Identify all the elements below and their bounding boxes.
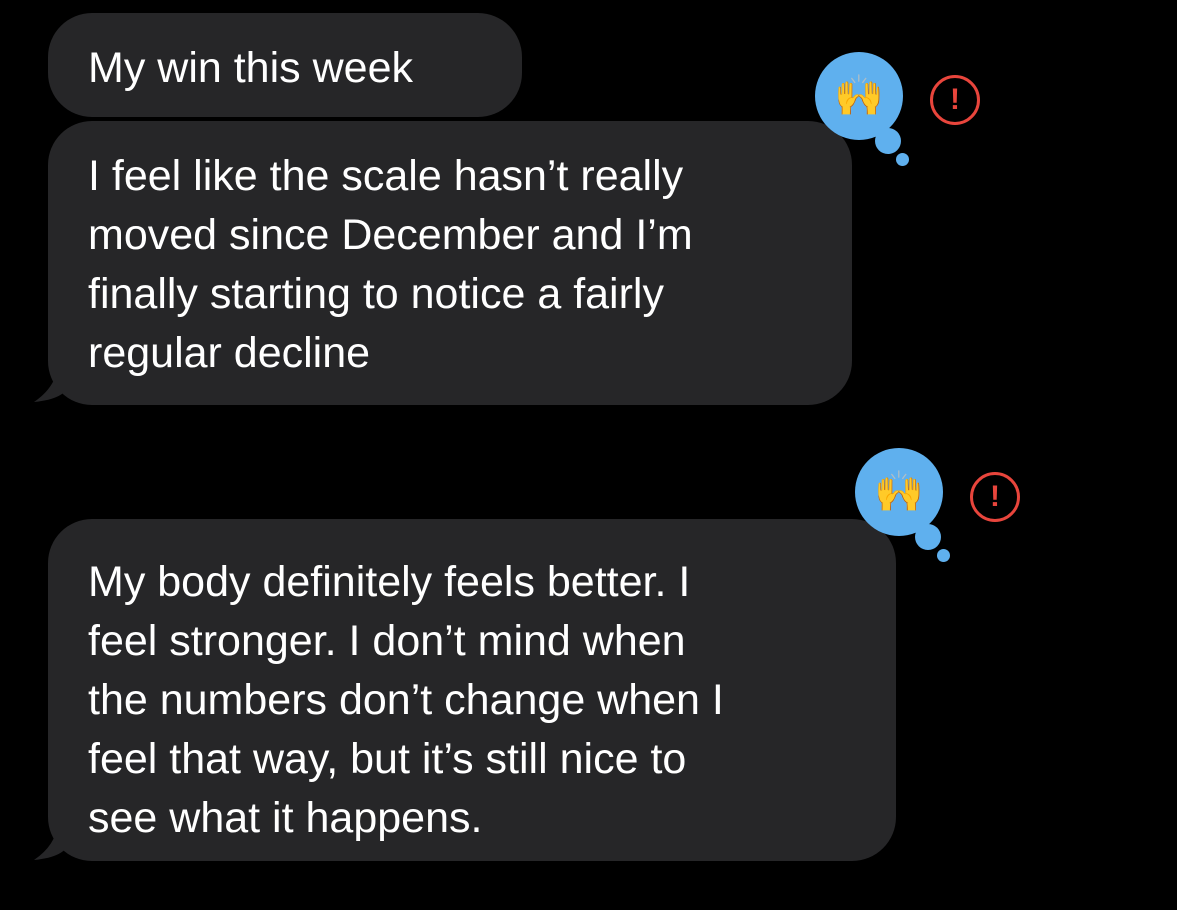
raising-hands-icon: 🙌 [834,73,884,119]
message-text: I feel like the scale hasn’t really move… [88,152,693,377]
message-tail [34,823,70,860]
reaction-tail-dot [875,128,901,154]
error-glyph: ! [990,480,1000,513]
error-icon[interactable]: ! [930,75,980,125]
reaction-bubble-2[interactable]: 🙌 [855,448,943,536]
error-icon[interactable]: ! [970,472,1020,522]
message-text: My body definitely feels better. I feel … [88,558,724,842]
message-text: My win this week [88,44,413,92]
error-glyph: ! [950,83,960,116]
message-bubble-3[interactable]: My body definitely feels better. I feel … [48,519,896,861]
message-bubble-2[interactable]: I feel like the scale hasn’t really move… [48,121,852,405]
reaction-tail-dot [937,549,950,562]
reaction-tail-dot [915,524,941,550]
reaction-bubble-1[interactable]: 🙌 [815,52,903,140]
reaction-tail-dot [896,153,909,166]
raising-hands-icon: 🙌 [874,469,924,515]
message-bubble-1[interactable]: My win this week [48,13,522,117]
message-tail [34,365,70,402]
